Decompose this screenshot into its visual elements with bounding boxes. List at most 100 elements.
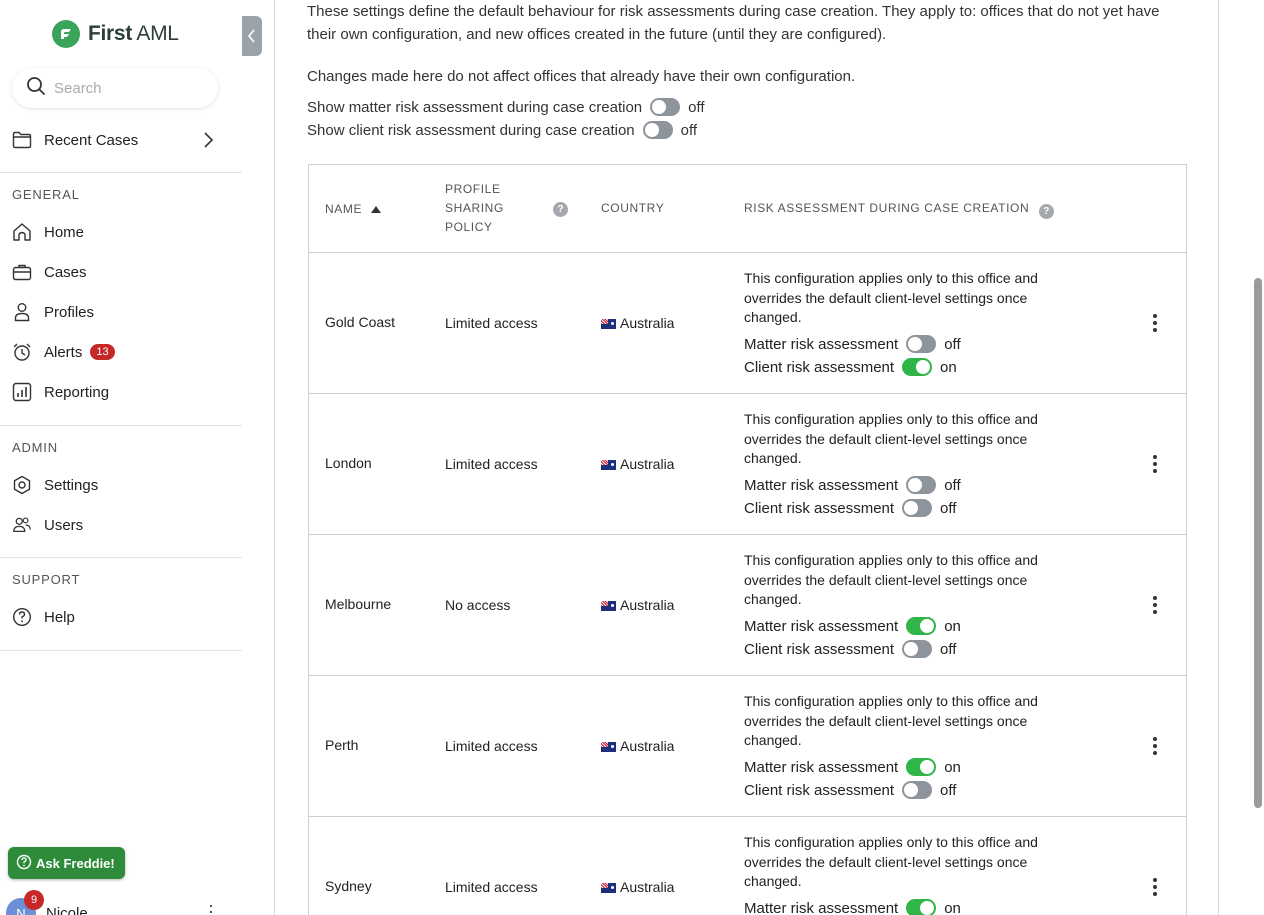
matter-risk-switch[interactable]: [906, 617, 937, 635]
user-menu-icon[interactable]: ⋮: [202, 902, 220, 915]
row-actions-kebab-icon[interactable]: [1145, 313, 1165, 333]
sidebar-item-profiles[interactable]: Profiles: [0, 294, 242, 330]
row-description: This configuration applies only to this …: [744, 270, 1038, 325]
ask-freddie-label: Ask Freddie!: [36, 855, 115, 871]
sharing-policy: Limited access: [445, 315, 538, 331]
australia-flag-icon: [601, 319, 616, 329]
matter-risk-switch[interactable]: [906, 899, 937, 915]
matter-risk-switch[interactable]: [906, 758, 937, 776]
home-icon: [12, 222, 32, 242]
sidebar-item-users[interactable]: Users: [0, 507, 242, 543]
ask-freddie-button[interactable]: Ask Freddie!: [8, 847, 125, 879]
matter-risk-row: Matter risk assessment on: [744, 617, 961, 635]
sharing-policy: No access: [445, 597, 511, 613]
sidebar-divider: [0, 172, 242, 173]
sidebar-item-reporting[interactable]: Reporting: [0, 374, 242, 410]
default-client-switch[interactable]: [642, 121, 673, 139]
client-risk-label: Client risk assessment: [744, 781, 895, 799]
section-admin: ADMIN: [12, 440, 58, 455]
matter-risk-row: Matter risk assessment on: [744, 758, 961, 776]
australia-flag-icon: [601, 601, 616, 611]
alerts-count-badge: 13: [90, 344, 115, 360]
matter-risk-row: Matter risk assessment off: [744, 335, 961, 353]
country: Australia: [601, 738, 674, 754]
policy-help-icon[interactable]: ?: [553, 202, 568, 217]
collapse-sidebar-button[interactable]: [242, 16, 262, 56]
search-box[interactable]: [12, 68, 218, 108]
report-chart-icon: [12, 382, 32, 402]
sort-ascending-icon: [371, 200, 382, 219]
sidebar-item-label: Reporting: [44, 383, 110, 401]
section-support: SUPPORT: [12, 572, 81, 587]
matter-risk-state: off: [944, 335, 961, 353]
matter-risk-row: Matter risk assessment on: [744, 899, 961, 915]
client-risk-state: off: [940, 499, 957, 517]
row-description: This configuration applies only to this …: [744, 693, 1038, 748]
office-name: Sydney: [325, 878, 372, 894]
row-description: This configuration applies only to this …: [744, 552, 1038, 607]
australia-flag-icon: [601, 460, 616, 470]
client-risk-row: Client risk assessment off: [744, 781, 956, 799]
chevron-right-icon: [202, 131, 214, 153]
country-name: Australia: [620, 597, 675, 613]
table-row: Gold Coast Limited access Australia This co…: [309, 253, 1186, 394]
sidebar-item-label: Home: [44, 223, 85, 241]
sidebar-item-alerts[interactable]: Alerts 13: [0, 334, 242, 370]
column-header-policy: PROFILE SHARING POLICY: [445, 180, 504, 237]
sharing-policy: Limited access: [445, 879, 538, 895]
sidebar-item-cases[interactable]: Cases: [0, 254, 242, 290]
country-name: Australia: [620, 738, 675, 754]
row-actions-kebab-icon[interactable]: [1145, 595, 1165, 615]
column-header-policy-line: SHARING: [445, 201, 504, 215]
section-general: GENERAL: [12, 187, 80, 202]
country-name: Australia: [620, 879, 675, 895]
matter-risk-switch[interactable]: [906, 476, 937, 494]
sidebar-divider: [0, 425, 242, 426]
matter-risk-state: on: [944, 758, 961, 776]
office-name: London: [325, 455, 372, 471]
default-matter-label: Show matter risk assessment during case …: [307, 98, 643, 116]
matter-risk-label: Matter risk assessment: [744, 476, 899, 494]
sidebar-item-label: Cases: [44, 263, 87, 281]
row-actions-kebab-icon[interactable]: [1145, 877, 1165, 897]
sidebar-item-home[interactable]: Home: [0, 214, 242, 250]
sharing-policy: Limited access: [445, 738, 538, 754]
risk-help-icon[interactable]: ?: [1039, 204, 1055, 219]
sidebar-item-settings[interactable]: Settings: [0, 467, 242, 503]
client-risk-switch[interactable]: [902, 781, 933, 799]
avatar-initial: N: [16, 905, 26, 915]
scrollbar-thumb[interactable]: [1254, 278, 1262, 808]
default-matter-switch[interactable]: [650, 98, 681, 116]
column-header-policy-line: POLICY: [445, 220, 493, 234]
row-actions-kebab-icon[interactable]: [1145, 454, 1165, 474]
column-header-country: COUNTRY: [601, 201, 665, 215]
sidebar-item-label: Users: [44, 516, 84, 534]
country-name: Australia: [620, 456, 675, 472]
client-risk-switch[interactable]: [902, 499, 933, 517]
country: Australia: [601, 315, 674, 331]
sidebar-divider: [0, 650, 242, 651]
person-icon: [12, 302, 32, 322]
avatar: N 9: [6, 890, 44, 915]
matter-risk-switch[interactable]: [906, 335, 937, 353]
recent-cases-item[interactable]: Recent Cases: [0, 122, 242, 158]
gear-icon: [12, 475, 32, 495]
row-description: This configuration applies only to this …: [744, 411, 1038, 466]
client-risk-switch[interactable]: [902, 358, 933, 376]
row-actions-kebab-icon[interactable]: [1145, 736, 1165, 756]
client-risk-switch[interactable]: [902, 640, 933, 658]
user-name: Nicole: [46, 904, 88, 915]
offices-table: NAME PROFILE SHARING POLICY ? COUNTRY RI…: [308, 164, 1187, 915]
column-header-risk-label: RISK ASSESSMENT DURING CASE CREATION: [744, 201, 1030, 215]
country: Australia: [601, 456, 674, 472]
intro-note: Changes made here do not affect offices …: [307, 68, 856, 85]
search-input[interactable]: [54, 79, 204, 97]
column-header-risk: RISK ASSESSMENT DURING CASE CREATION ?: [744, 199, 1055, 219]
column-header-name[interactable]: NAME: [325, 200, 382, 219]
matter-risk-state: on: [944, 617, 961, 635]
sidebar-item-help[interactable]: Help: [0, 599, 242, 635]
user-account[interactable]: N 9 Nicole: [6, 890, 88, 915]
country-name: Australia: [620, 315, 675, 331]
table-row: Perth Limited access Australia This configu…: [309, 676, 1186, 817]
brand-logo[interactable]: First AML: [52, 20, 179, 48]
